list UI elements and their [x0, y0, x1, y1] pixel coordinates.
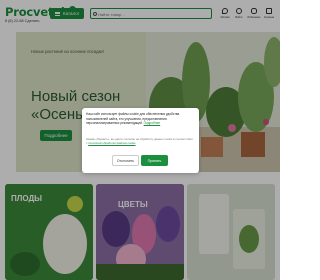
cookie-main-text: Наш сайт использует файлы cookie для обе…: [86, 112, 180, 126]
cookie-policy-link[interactable]: политикой обработки файлов cookie: [88, 141, 135, 145]
cookie-consent-dialog: Наш сайт использует файлы cookie для обе…: [82, 108, 199, 173]
cookie-more-link[interactable]: Подробнее: [144, 121, 161, 125]
decline-button[interactable]: Отклонить: [112, 155, 139, 166]
cookie-text: Наш сайт использует файлы cookie для обе…: [86, 112, 194, 126]
accept-button[interactable]: Принять: [141, 155, 168, 166]
cookie-note: Нажав «Принять», вы даёте согласие на об…: [86, 137, 194, 145]
